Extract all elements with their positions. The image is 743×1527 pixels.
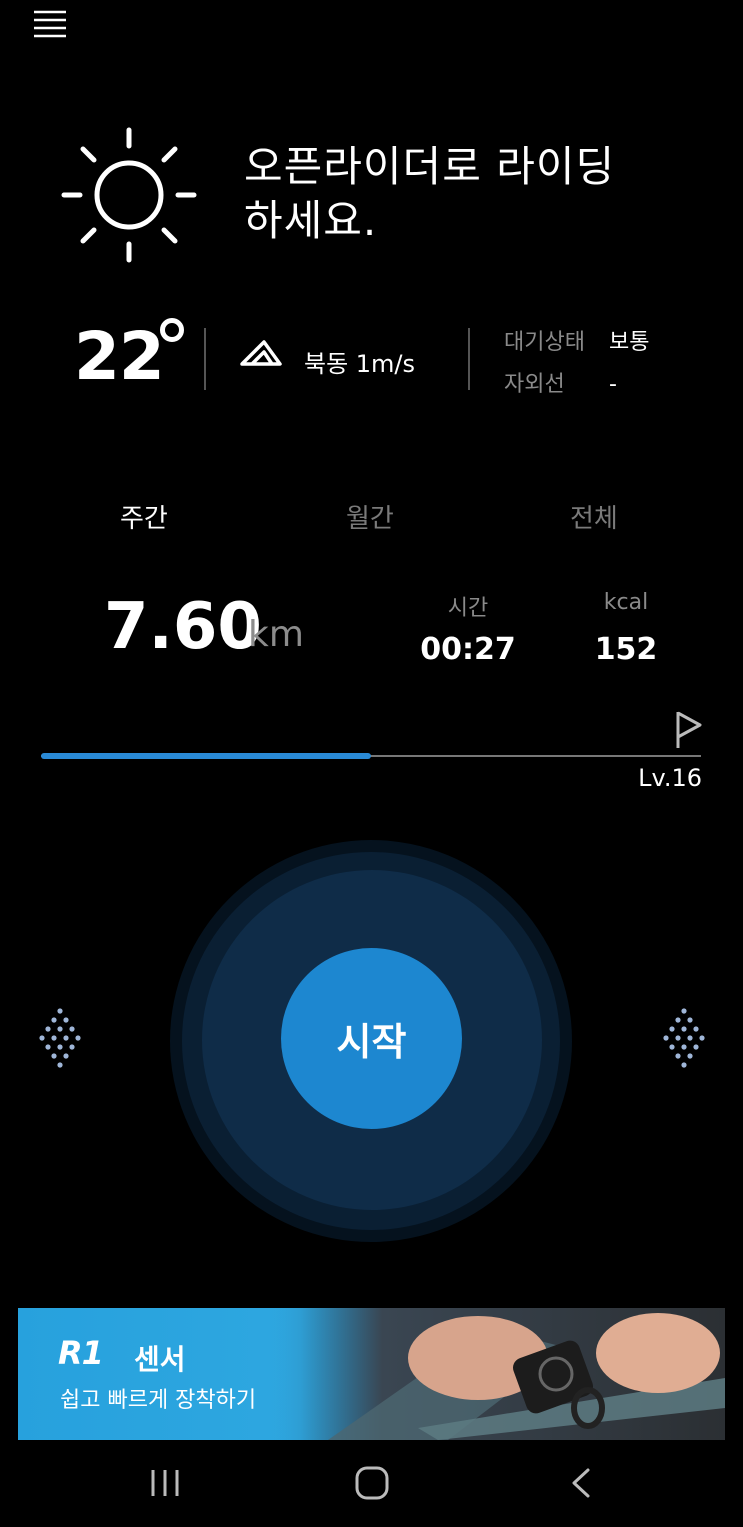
start-button[interactable]: 시작: [281, 948, 462, 1129]
level-progress-fill: [41, 753, 371, 759]
level-label: Lv.16: [638, 764, 702, 792]
arrow-dot: [51, 1035, 57, 1041]
arrow-dot: [57, 1026, 63, 1032]
banner-logo: R1: [58, 1334, 104, 1372]
arrow-dot: [681, 1008, 687, 1014]
home-icon[interactable]: [352, 1464, 392, 1502]
arrow-dot: [69, 1026, 75, 1032]
arrow-dot: [45, 1026, 51, 1032]
banner-subtitle: 쉽고 빠르게 장착하기: [60, 1388, 257, 1413]
arrow-dot: [51, 1017, 57, 1023]
chevron-left-dotted-icon[interactable]: [36, 1006, 94, 1070]
banner-product-image: [268, 1308, 725, 1440]
arrow-dot: [693, 1026, 699, 1032]
arrow-dot: [75, 1035, 81, 1041]
arrow-dot: [57, 1062, 63, 1068]
distance-value: 7.60: [104, 590, 262, 664]
arrow-dot: [699, 1035, 705, 1041]
chevron-right-dotted-icon[interactable]: [650, 1006, 708, 1070]
arrow-dot: [681, 1062, 687, 1068]
kcal-value: 152: [594, 632, 658, 667]
back-icon[interactable]: [562, 1464, 602, 1502]
recent-apps-icon[interactable]: [145, 1464, 185, 1502]
arrow-dot: [45, 1044, 51, 1050]
arrow-dot: [63, 1035, 69, 1041]
arrow-dot: [663, 1035, 669, 1041]
kcal-label: kcal: [603, 590, 649, 615]
divider: [468, 328, 470, 390]
degree-symbol: [160, 318, 184, 342]
distance-unit: km: [248, 614, 304, 655]
air-info: 대기상태 보통 자외선 -: [504, 322, 649, 406]
arrow-dot: [51, 1053, 57, 1059]
time-label: 시간: [447, 596, 489, 621]
arrow-dot: [681, 1044, 687, 1050]
arrow-dot: [675, 1017, 681, 1023]
arrow-dot: [681, 1026, 687, 1032]
arrow-dot: [687, 1053, 693, 1059]
headline-line-1: 오픈라이더로 라이딩: [244, 142, 616, 191]
banner-title: 센서: [134, 1343, 186, 1376]
headline-line-2: 하세요.: [244, 196, 378, 245]
wind-info: 북동 1m/s: [304, 350, 416, 378]
tab-total[interactable]: 전체: [570, 498, 618, 535]
arrow-dot: [57, 1044, 63, 1050]
sun-icon: [58, 124, 200, 266]
air-quality-label: 대기상태: [504, 330, 585, 355]
arrow-dot: [675, 1035, 681, 1041]
divider: [204, 328, 206, 390]
arrow-dot: [57, 1008, 63, 1014]
tab-monthly[interactable]: 월간: [346, 498, 394, 535]
tab-weekly[interactable]: 주간: [120, 498, 168, 535]
arrow-dot: [675, 1053, 681, 1059]
arrow-dot: [39, 1035, 45, 1041]
promo-banner[interactable]: R1 센서 쉽고 빠르게 장착하기: [18, 1308, 725, 1440]
flag-icon: [672, 710, 704, 750]
arrow-dot: [687, 1035, 693, 1041]
arrow-dot: [693, 1044, 699, 1050]
hamburger-menu-icon[interactable]: [30, 6, 70, 42]
wind-direction-icon: [238, 336, 284, 372]
time-value: 00:27: [420, 632, 516, 667]
weather-headline: 오픈라이더로 라이딩 하세요.: [244, 140, 714, 248]
air-quality-value: 보통: [609, 330, 650, 355]
uv-label: 자외선: [504, 372, 565, 397]
arrow-dot: [669, 1026, 675, 1032]
arrow-dot: [63, 1053, 69, 1059]
uv-value: -: [609, 372, 617, 397]
arrow-dot: [669, 1044, 675, 1050]
arrow-dot: [63, 1017, 69, 1023]
arrow-dot: [687, 1017, 693, 1023]
temperature: 22: [74, 318, 165, 395]
arrow-dot: [69, 1044, 75, 1050]
